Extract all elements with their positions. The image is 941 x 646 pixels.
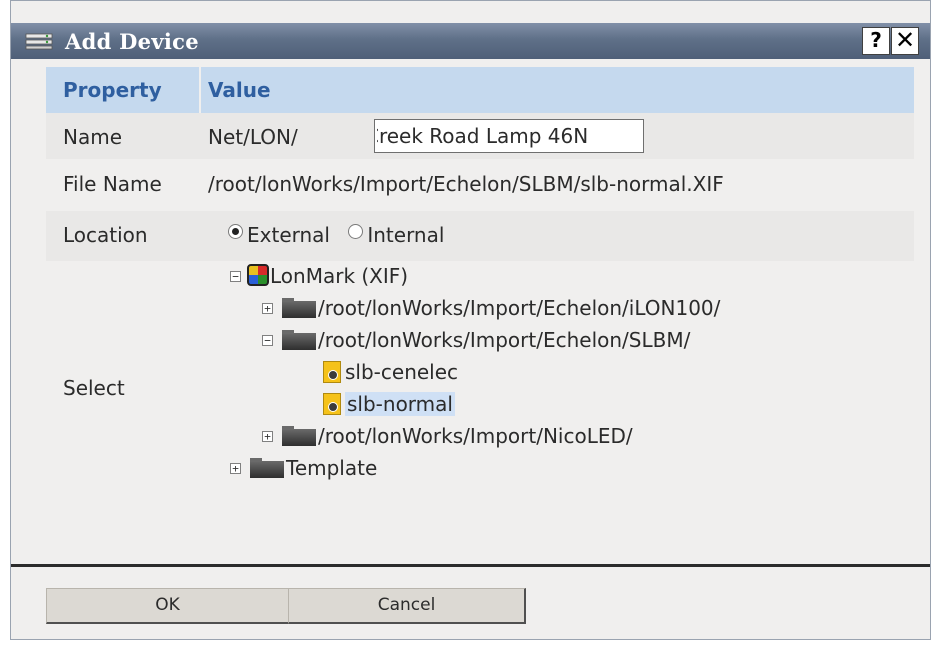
xif-file-icon [323,361,341,383]
property-column-header: Property [63,78,162,102]
expand-toggle[interactable]: + [262,303,273,314]
name-row: Name Net/LON/ [46,113,914,159]
expand-toggle[interactable]: + [230,463,241,474]
help-button[interactable]: ? [862,27,890,55]
tree-node-label[interactable]: slb-normal [345,392,455,416]
external-radio-label[interactable]: External [247,223,330,247]
tree-node-label[interactable]: /root/lonWorks/Import/NicoLED/ [318,424,633,448]
tree-node-label[interactable]: /root/lonWorks/Import/Echelon/SLBM/ [318,328,690,352]
dialog-title: Add Device [65,29,199,54]
collapse-toggle[interactable]: − [230,271,241,282]
device-icon [25,33,53,50]
folder-icon [282,298,316,318]
lonmark-icon [247,264,269,286]
name-prefix: Net/LON/ [208,125,298,149]
name-input[interactable] [374,119,644,153]
tree-node-label[interactable]: Template [286,456,377,480]
cancel-button[interactable]: Cancel [288,588,526,624]
select-row: Select − LonMark (XIF) + /root/lonWorks/… [46,261,914,533]
collapse-toggle[interactable]: − [262,335,273,346]
tree-node-label[interactable]: slb-cenelec [345,360,458,384]
external-radio[interactable] [228,224,243,239]
xif-file-icon [323,393,341,415]
file-name-value: /root/lonWorks/Import/Echelon/SLBM/slb-n… [208,172,724,196]
add-device-dialog: Add Device ? ✕ Property Value Name Net/L… [10,0,931,640]
ok-button[interactable]: OK [46,588,290,624]
location-row: Location External Internal [46,211,914,261]
internal-radio-label[interactable]: Internal [367,223,444,247]
value-column-header: Value [208,78,271,102]
location-radio-group: External Internal [228,223,456,247]
folder-icon [282,330,316,350]
button-separator [11,564,930,567]
header-divider [199,67,201,113]
tree-node-label[interactable]: /root/lonWorks/Import/Echelon/iLON100/ [318,296,720,320]
table-header: Property Value [46,67,914,113]
tree-node-label[interactable]: LonMark (XIF) [270,264,408,288]
property-table: Property Value Name Net/LON/ File Name /… [46,67,914,533]
name-label: Name [63,125,123,149]
close-button[interactable]: ✕ [891,27,919,55]
title-bar[interactable]: Add Device ? ✕ [11,23,930,59]
select-label: Select [63,376,125,400]
file-name-label: File Name [63,172,162,196]
folder-icon [250,458,284,478]
location-label: Location [63,223,148,247]
internal-radio[interactable] [348,224,364,239]
expand-toggle[interactable]: + [262,431,273,442]
file-name-row: File Name /root/lonWorks/Import/Echelon/… [46,159,914,211]
folder-icon [282,426,316,446]
